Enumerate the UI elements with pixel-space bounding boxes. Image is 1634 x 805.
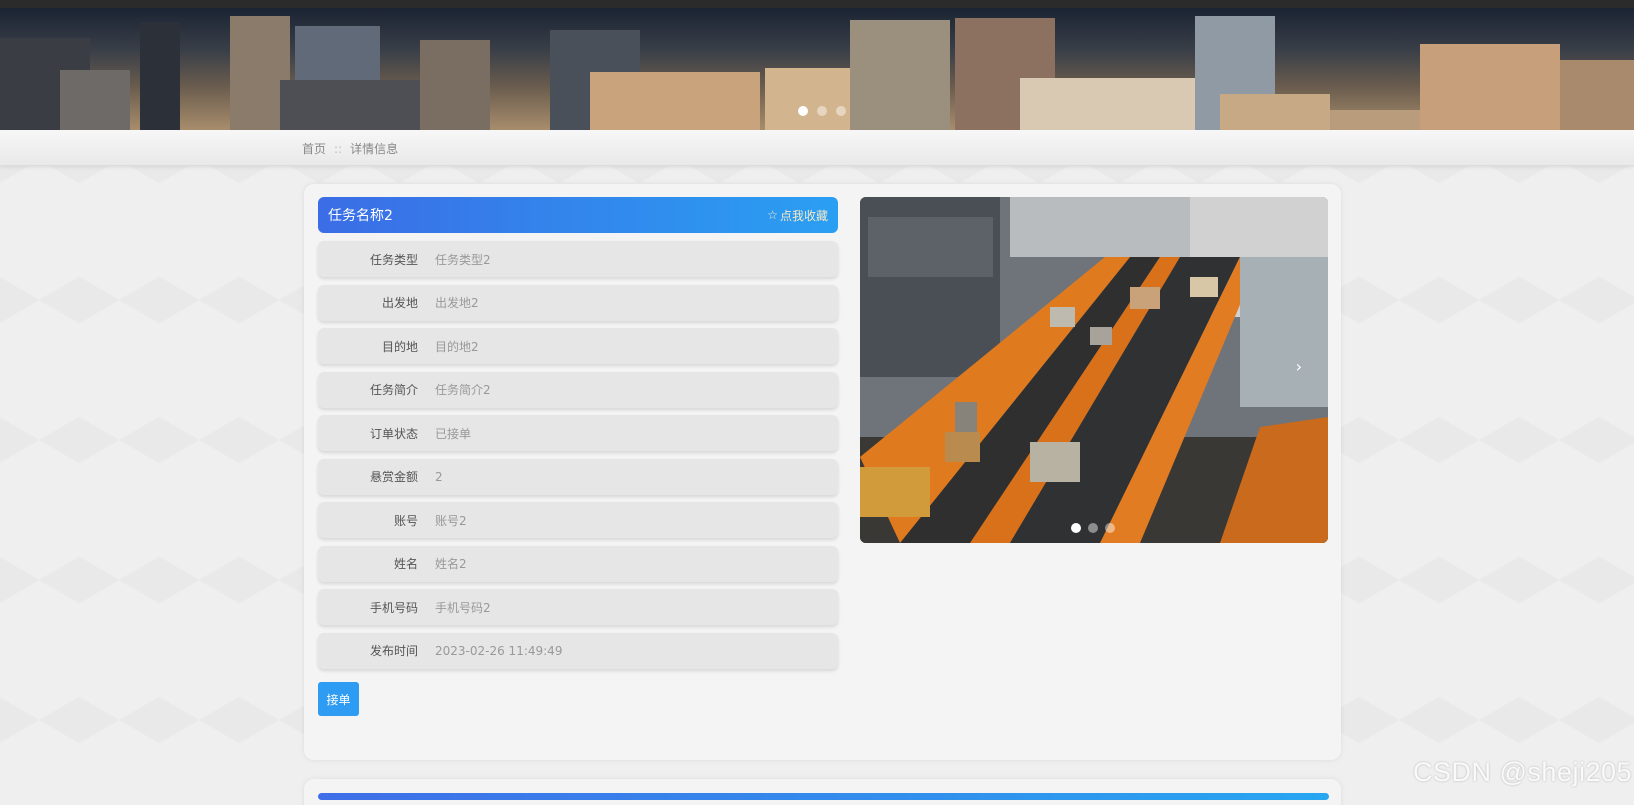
field-value: 账号2 bbox=[435, 513, 467, 528]
field-label: 发布时间 bbox=[369, 644, 418, 658]
breadcrumb-home-link[interactable]: 首页 bbox=[302, 140, 326, 157]
carousel-next-arrow[interactable]: › bbox=[1296, 357, 1302, 376]
banner-building bbox=[420, 40, 490, 130]
accept-order-button[interactable]: 接单 bbox=[318, 682, 359, 716]
field-value: 手机号码2 bbox=[435, 600, 491, 615]
field-label: 账号 bbox=[393, 513, 418, 528]
field-label: 目的地 bbox=[381, 339, 418, 354]
field-label: 手机号码 bbox=[369, 600, 418, 615]
field-label: 订单状态 bbox=[369, 426, 418, 441]
field-row-origin: 出发地 出发地2 bbox=[318, 284, 838, 321]
breadcrumb-separator: :: bbox=[334, 141, 343, 156]
banner-building bbox=[60, 70, 130, 130]
banner-building bbox=[850, 20, 950, 130]
header-banner bbox=[0, 8, 1634, 130]
detail-title-bar: 任务名称2 ☆ 点我收藏 bbox=[318, 197, 838, 233]
field-row-summary: 任务简介 任务简介2 bbox=[318, 371, 838, 408]
warehouse-conveyor-image bbox=[860, 197, 1328, 543]
breadcrumb: 首页 :: 详情信息 bbox=[302, 140, 398, 157]
favorite-button[interactable]: ☆ 点我收藏 bbox=[767, 207, 828, 224]
breadcrumb-current: 详情信息 bbox=[350, 142, 399, 156]
field-label: 任务简介 bbox=[369, 383, 418, 397]
top-border bbox=[0, 0, 1634, 8]
banner-building bbox=[1220, 94, 1330, 130]
watermark: CSDN @sheji205 bbox=[1413, 757, 1632, 787]
banner-building bbox=[1420, 44, 1560, 130]
breadcrumb-bar: 首页 :: 详情信息 bbox=[0, 130, 1634, 166]
field-value: 出发地2 bbox=[435, 296, 479, 310]
banner-dot[interactable] bbox=[836, 106, 846, 116]
field-row-task-type: 任务类型 任务类型2 bbox=[318, 241, 838, 277]
field-label: 姓名 bbox=[393, 557, 418, 571]
carousel-dot[interactable] bbox=[1088, 523, 1098, 533]
field-row-name: 姓名 姓名2 bbox=[318, 545, 838, 582]
favorite-label: 点我收藏 bbox=[779, 208, 828, 223]
banner-building bbox=[1560, 60, 1634, 130]
field-value: 2 bbox=[435, 469, 443, 484]
banner-building bbox=[590, 72, 760, 130]
product-image-carousel: › bbox=[860, 197, 1328, 543]
secondary-card bbox=[304, 779, 1341, 805]
field-row-account: 账号 账号2 bbox=[318, 502, 838, 538]
detail-title: 任务名称2 bbox=[328, 208, 393, 224]
field-row-order-status: 订单状态 已接单 bbox=[318, 415, 838, 451]
field-value: 姓名2 bbox=[435, 557, 467, 571]
field-value: 已接单 bbox=[435, 426, 472, 441]
carousel-dot[interactable] bbox=[1105, 523, 1115, 533]
field-value: 2023-02-26 11:49:49 bbox=[435, 643, 563, 658]
carousel-indicators bbox=[1071, 523, 1115, 533]
banner-building bbox=[140, 22, 180, 130]
detail-card: 任务名称2 ☆ 点我收藏 任务类型 任务类型2 出发地 出发地2 目的地 目的地… bbox=[304, 184, 1341, 760]
field-label: 出发地 bbox=[381, 296, 418, 310]
field-value: 任务类型2 bbox=[435, 252, 491, 267]
field-value: 目的地2 bbox=[435, 339, 479, 354]
star-outline-icon: ☆ bbox=[767, 208, 778, 222]
field-label: 悬赏金额 bbox=[369, 470, 418, 484]
secondary-card-header-bar bbox=[318, 793, 1329, 800]
banner-indicators bbox=[798, 106, 846, 116]
detail-field-list: 任务类型 任务类型2 出发地 出发地2 目的地 目的地2 任务简介 任务简介2 … bbox=[318, 241, 838, 676]
field-row-phone: 手机号码 手机号码2 bbox=[318, 589, 838, 625]
field-row-reward: 悬赏金额 2 bbox=[318, 458, 838, 495]
carousel-dot[interactable] bbox=[1071, 523, 1081, 533]
banner-building bbox=[1020, 78, 1210, 130]
banner-dot[interactable] bbox=[798, 106, 808, 116]
field-row-publish-time: 发布时间 2023-02-26 11:49:49 bbox=[318, 632, 838, 669]
field-value: 任务简介2 bbox=[435, 383, 491, 397]
field-row-destination: 目的地 目的地2 bbox=[318, 328, 838, 364]
banner-dot[interactable] bbox=[817, 106, 827, 116]
field-label: 任务类型 bbox=[369, 252, 418, 267]
